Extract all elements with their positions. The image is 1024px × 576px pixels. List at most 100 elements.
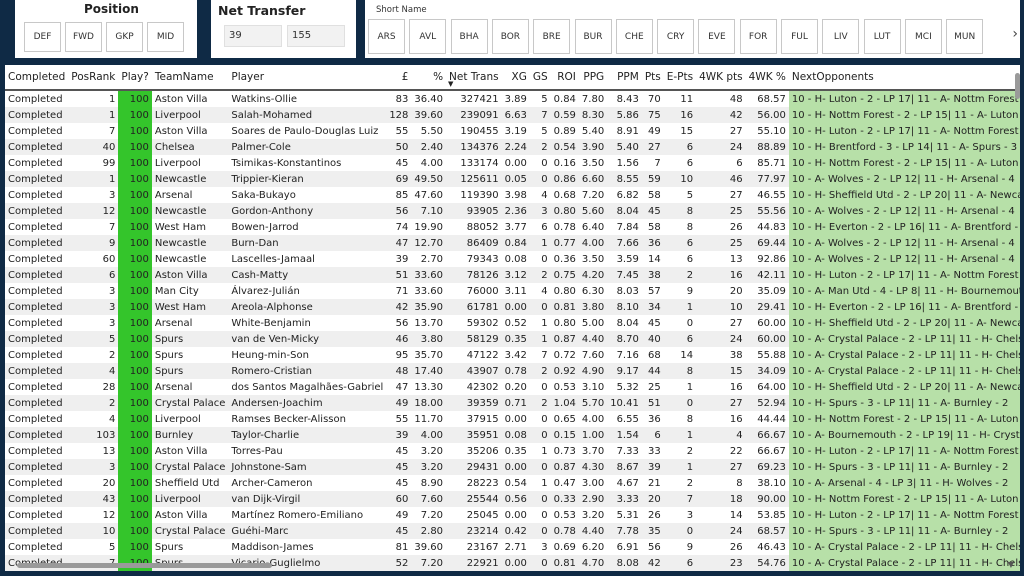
table-row[interactable]: Completed 3 100 Man City Álvarez-Julián 71 33.… [5, 283, 1020, 299]
team-option-eve[interactable]: EVE [698, 19, 736, 54]
team-option-bor[interactable]: BOR [491, 19, 529, 54]
table-cell: 10 - A- Crystal Palace - 2 - LP 11| 11 -… [788, 363, 1020, 379]
table-row[interactable]: Completed 7 100 Aston Villa Soares de Paulo-… [5, 123, 1020, 139]
column-header-nextopponents[interactable]: NextOpponents [788, 65, 1020, 91]
table-cell: 14 [648, 253, 661, 265]
table-row[interactable]: Completed 13 100 Aston Villa Torres-Pau 45 3.2… [5, 443, 1020, 459]
column-header-4wk-pts[interactable]: 4WK pts [696, 65, 746, 91]
table-row[interactable]: Completed 4 100 Liverpool Ramses Becker-Alis… [5, 411, 1020, 427]
column-header-gs[interactable]: GS [529, 65, 551, 91]
table-row[interactable]: Completed 12 100 Newcastle Gordon-Anthony 56 7… [5, 203, 1020, 219]
table-cell: 12 [102, 509, 116, 521]
team-option-ful[interactable]: FUL [781, 19, 818, 54]
horizontal-scrollbar[interactable] [17, 563, 272, 568]
table-cell: 5 [686, 189, 694, 201]
table-cell: 3.80 [411, 331, 447, 347]
team-option-for[interactable]: FOR [739, 19, 777, 54]
table-cell: 8.04 [607, 203, 642, 219]
column-header-[interactable]: £ [386, 65, 412, 91]
table-cell: Ramses Becker-Alisson [231, 413, 346, 425]
table-cell: 1 [663, 299, 697, 315]
table-cell: 1 [529, 235, 551, 251]
table-row[interactable]: Completed 20 100 Sheffield Utd Archer-Camero… [5, 475, 1020, 491]
table-cell: Spurs [154, 541, 184, 553]
chevron-right-icon[interactable]: › [1012, 26, 1018, 42]
table-cell: Newcastle [151, 235, 229, 251]
team-option-mci[interactable]: MCI [904, 19, 942, 54]
table-row[interactable]: Completed 12 100 Aston Villa Martínez Romero… [5, 507, 1020, 523]
table-cell: 1.00 [578, 427, 608, 443]
table-row[interactable]: Completed 99 100 Liverpool Tsimikas-Konstant… [5, 155, 1020, 171]
table-row[interactable]: Completed 28 100 Arsenal dos Santos Magalhãe… [5, 379, 1020, 395]
table-cell: 45 [386, 523, 412, 539]
table-row[interactable]: Completed 2 100 Spurs Heung-min-Son 95 35.70 47… [5, 347, 1020, 363]
team-option-lut[interactable]: LUT [863, 19, 901, 54]
table-row[interactable]: Completed 1 100 Liverpool Salah-Mohamed 128 39… [5, 107, 1020, 123]
team-option-cry[interactable]: CRY [657, 19, 695, 54]
table-cell: 10 - A- Crystal Palace - 2 - LP 11| 11 -… [788, 331, 1020, 347]
column-header-posrank[interactable]: PosRank [68, 65, 119, 91]
table-row[interactable]: Completed 103 100 Burnley Taylor-Charlie 39 4.… [5, 427, 1020, 443]
table-cell: Chelsea [151, 139, 229, 155]
column-header-4wk[interactable]: 4WK % [745, 65, 789, 91]
table-row[interactable]: Completed 3 100 Crystal Palace Johnstone-Sam… [5, 459, 1020, 475]
team-option-bre[interactable]: BRE [533, 19, 571, 54]
net-transfer-min-input[interactable]: 39 [224, 25, 282, 47]
net-transfer-max-input[interactable]: 155 [287, 25, 345, 47]
table-cell: 42 [386, 299, 412, 315]
table-row[interactable]: Completed 40 100 Chelsea Palmer-Cole 50 2.40 13… [5, 139, 1020, 155]
table-cell: 0.78 [553, 221, 576, 233]
table-row[interactable]: Completed 1 100 Newcastle Trippier-Kieran 69 4… [5, 171, 1020, 187]
table-row[interactable]: Completed 7 100 West Ham Bowen-Jarrod 74 19.90… [5, 219, 1020, 235]
table-cell: Torres-Pau [231, 445, 283, 457]
table-cell: 26 [729, 221, 743, 233]
position-option-gkp[interactable]: GKP [106, 22, 143, 52]
table-row[interactable]: Completed 9 100 Newcastle Burn-Dan 47 12.70 864… [5, 235, 1020, 251]
team-option-bha[interactable]: BHA [450, 19, 488, 54]
team-option-liv[interactable]: LIV [822, 19, 860, 54]
table-row[interactable]: Completed 5 100 Spurs van de Ven-Micky 46 3.80… [5, 331, 1020, 347]
column-header-teamname[interactable]: TeamName [151, 65, 229, 91]
column-header-player[interactable]: Player [228, 65, 387, 91]
table-row[interactable]: Completed 4 100 Spurs Romero-Cristian 48 17.40… [5, 363, 1020, 379]
column-header-net-trans[interactable]: Net Trans ▼ [446, 65, 502, 91]
column-header-ppm[interactable]: PPM [607, 65, 642, 91]
team-option-bur[interactable]: BUR [574, 19, 612, 54]
table-cell: 3 [109, 317, 116, 329]
column-header-xg[interactable]: XG [501, 65, 530, 91]
table-row[interactable]: Completed 2 100 Crystal Palace Andersen-Joac… [5, 395, 1020, 411]
table-cell: 68.57 [757, 93, 786, 105]
table-row[interactable]: Completed 10 100 Crystal Palace Guéhi-Marc 45… [5, 523, 1020, 539]
scroll-down-icon[interactable]: ▼ [1008, 560, 1014, 569]
column-header-roi[interactable]: ROI [550, 65, 579, 91]
vertical-scrollbar[interactable] [1015, 73, 1020, 99]
table-row[interactable]: Completed 3 100 West Ham Areola-Alphonse 42 35… [5, 299, 1020, 315]
table-cell: 4.30 [578, 459, 608, 475]
column-header-[interactable]: % [411, 65, 447, 91]
column-header-play[interactable]: Play? [118, 65, 152, 91]
column-header-completed[interactable]: Completed [5, 65, 69, 91]
team-option-avl[interactable]: AVL [409, 19, 447, 54]
team-option-ars[interactable]: ARS [368, 19, 405, 54]
table-row[interactable]: Completed 5 100 Spurs Maddison-James 81 39.60 2… [5, 539, 1020, 555]
table-cell: 0.33 [550, 491, 579, 507]
column-header-ppg[interactable]: PPG [578, 65, 608, 91]
table-row[interactable]: Completed 1 100 Aston Villa Watkins-Ollie 83 3… [5, 90, 1020, 107]
position-option-mid[interactable]: MID [147, 22, 184, 52]
column-header-e-pts[interactable]: E-Pts [663, 65, 697, 91]
table-row[interactable]: Completed 60 100 Newcastle Lascelles-Jamaal 3… [5, 251, 1020, 267]
table-cell: 20 [102, 477, 116, 489]
table-cell: 0 [529, 555, 551, 571]
table-cell: 0 [541, 509, 548, 521]
table-row[interactable]: Completed 3 100 Arsenal Saka-Bukayo 85 47.60 11… [5, 187, 1020, 203]
position-option-def[interactable]: DEF [24, 22, 61, 52]
table-cell: 5 [541, 125, 548, 137]
table-row[interactable]: Completed 43 100 Liverpool van Dijk-Virgil 60… [5, 491, 1020, 507]
table-cell: Martínez Romero-Emiliano [231, 509, 364, 521]
table-row[interactable]: Completed 3 100 Arsenal White-Benjamin 56 13.7… [5, 315, 1020, 331]
position-option-fwd[interactable]: FWD [65, 22, 102, 52]
team-option-mun[interactable]: MUN [946, 19, 984, 54]
team-option-che[interactable]: CHE [615, 19, 653, 54]
column-header-pts[interactable]: Pts [641, 65, 664, 91]
table-row[interactable]: Completed 6 100 Aston Villa Cash-Matty 51 33.6… [5, 267, 1020, 283]
